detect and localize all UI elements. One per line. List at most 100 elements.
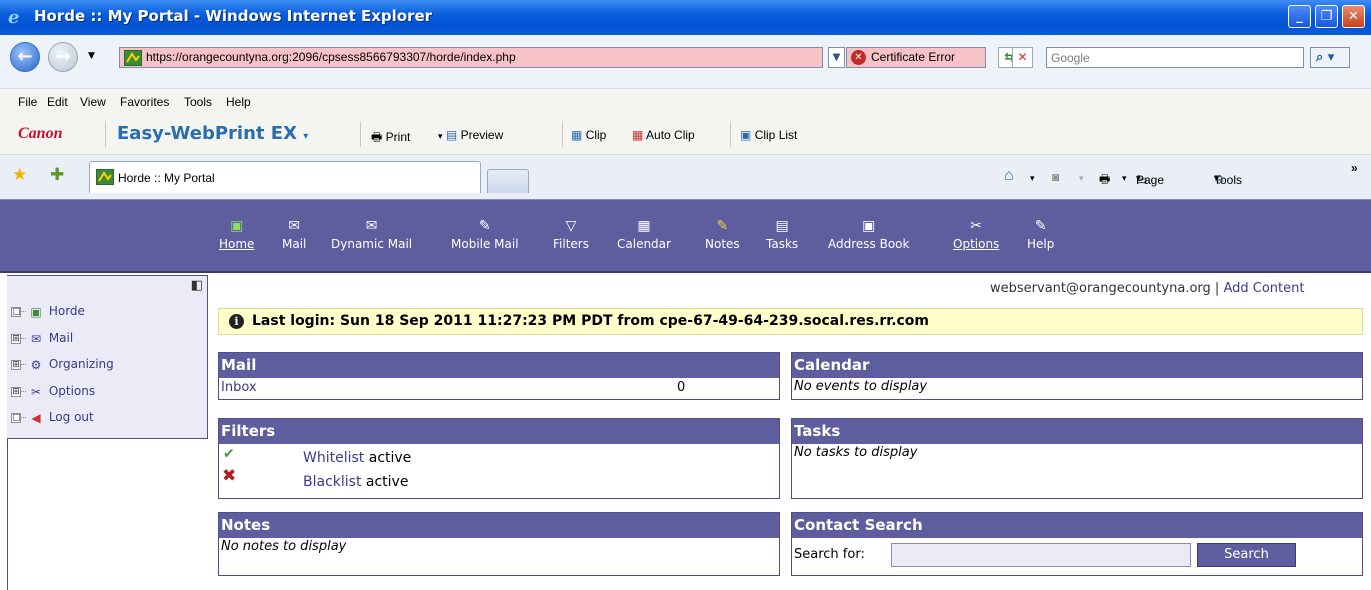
menu-edit[interactable]: Edit <box>47 95 68 109</box>
funnel-icon: ▽ <box>565 218 577 234</box>
printer-icon: 🖶 <box>371 130 383 144</box>
feeds-icon[interactable]: ◙ <box>1052 170 1059 184</box>
shield-error-icon: ✕ <box>851 50 866 65</box>
nav-mail[interactable]: ✉ Mail <box>282 217 306 251</box>
tab-horde-portal[interactable]: Horde :: My Portal <box>89 161 481 193</box>
print-icon[interactable]: 🖶 <box>1099 170 1110 191</box>
sidebar-item-organizing[interactable]: ⊞ ⚙ Organizing <box>11 357 114 372</box>
sidebar-item-horde[interactable]: □ ▣ Horde <box>11 304 85 319</box>
nav-calendar[interactable]: ▦ Calendar <box>617 217 671 251</box>
stop-button[interactable]: ✕ <box>1012 47 1033 68</box>
sidebar-item-label: Horde <box>48 304 85 318</box>
print-button[interactable]: 🖶 Print <box>371 128 410 149</box>
collapse-sidebar-icon[interactable]: ◧ <box>191 278 203 293</box>
forward-button[interactable]: → <box>48 42 78 72</box>
search-button[interactable]: ⌕ ▾ <box>1310 47 1350 68</box>
nav-tasks[interactable]: ▤ Tasks <box>766 217 798 251</box>
nav-notes[interactable]: ✎ Notes <box>705 217 740 251</box>
auto-clip-icon: ▦ <box>632 128 644 142</box>
tree-expander[interactable]: □ <box>11 412 21 423</box>
tree-expander[interactable]: ⊞ <box>11 333 21 344</box>
nav-dynamic-mail[interactable]: ✉ Dynamic Mail <box>331 217 412 251</box>
nav-mobile-mail[interactable]: ✎ Mobile Mail <box>451 217 519 251</box>
window-title-bar[interactable]: e Horde :: My Portal - Windows Internet … <box>0 0 1371 35</box>
minimize-button[interactable]: _ <box>1288 5 1311 28</box>
auto-clip-button[interactable]: ▦ Auto Clip <box>632 128 695 142</box>
nav-home-label: Home <box>219 237 255 251</box>
nav-dynamic-mail-label: Dynamic Mail <box>331 237 413 251</box>
preview-button[interactable]: ▾ ▤ Preview <box>438 128 503 142</box>
blacklist-status: active <box>365 474 409 490</box>
mail-block: Mail Inbox 0 <box>218 352 780 400</box>
logout-icon: ◀ <box>31 410 41 425</box>
blacklist-link[interactable]: Blacklist <box>303 474 361 490</box>
nav-mail-label: Mail <box>282 237 307 251</box>
preview-icon: ▤ <box>445 128 458 142</box>
nav-filters-label: Filters <box>553 237 589 251</box>
clipboard-icon: ▤ <box>775 218 789 234</box>
chevron-more-icon[interactable]: » <box>1351 161 1358 175</box>
menu-view[interactable]: View <box>80 95 106 109</box>
menu-favorites[interactable]: Favorites <box>120 95 169 109</box>
nav-help[interactable]: ✎ Help <box>1027 217 1054 251</box>
nav-options[interactable]: ✂ Options <box>953 217 999 251</box>
address-field[interactable]: https://orangecountyna.org:2096/cpsess85… <box>119 47 823 68</box>
calendar-empty-text: No events to display <box>794 379 928 394</box>
nav-filters[interactable]: ▽ Filters <box>553 217 589 251</box>
clip-button[interactable]: ▦ Clip <box>571 128 606 142</box>
add-favorites-icon[interactable]: ✚ <box>50 165 64 185</box>
sidebar-item-options[interactable]: ⊞ ✂ Options <box>11 384 95 399</box>
contact-search-button[interactable]: Search <box>1197 543 1296 567</box>
tab-title: Horde :: My Portal <box>118 171 215 185</box>
back-button[interactable]: ← <box>10 42 40 72</box>
new-tab-button[interactable] <box>487 169 529 193</box>
ie-logo-icon: e <box>8 7 20 28</box>
add-content-link[interactable]: Add Content <box>1223 281 1304 296</box>
nav-notes-label: Notes <box>705 237 740 251</box>
preview-label: Preview <box>460 128 504 142</box>
favorites-star-icon[interactable]: ★ <box>12 165 27 185</box>
menu-file[interactable]: File <box>18 95 37 109</box>
filters-block-title: Filters <box>219 419 779 444</box>
nav-help-label: Help <box>1027 237 1055 251</box>
history-dropdown-icon[interactable]: ▼ <box>88 51 95 61</box>
nav-calendar-label: Calendar <box>617 237 671 251</box>
help-icon: ✎ <box>1034 218 1047 234</box>
nav-home[interactable]: ▣ Home <box>219 217 254 251</box>
nav-address-book-label: Address Book <box>828 237 910 251</box>
tree-expander[interactable]: □ <box>11 306 21 317</box>
addressbook-icon: ▣ <box>862 218 876 234</box>
certificate-error-button[interactable]: ✕ Certificate Error <box>846 47 986 68</box>
nav-options-label: Options <box>953 237 1000 251</box>
nav-address-book[interactable]: ▣ Address Book <box>828 217 909 251</box>
sidebar-item-mail[interactable]: ⊞ ✉ Mail <box>11 331 73 346</box>
menu-help[interactable]: Help <box>226 95 251 109</box>
address-dropdown-button[interactable]: ▼ <box>828 47 845 68</box>
inbox-link[interactable]: Inbox <box>221 380 257 395</box>
whitelist-link[interactable]: Whitelist <box>303 450 364 466</box>
notes-block: Notes No notes to display <box>218 512 780 576</box>
last-login-notice: i Last login: Sun 18 Sep 2011 11:27:23 PM… <box>218 308 1363 335</box>
sidebar-item-logout[interactable]: □ ◀ Log out <box>11 410 94 425</box>
menu-tools[interactable]: Tools <box>184 95 212 109</box>
maximize-button[interactable]: ❐ <box>1315 5 1338 28</box>
tab-row: ★ ✚ Horde :: My Portal ⌂ ▾ ◙ ▾ 🖶 ▾ ▭ Pag… <box>0 155 1371 199</box>
horde-navigation-bar: ▣ Home ✉ Mail ✉ Dynamic Mail ✎ Mobile Mail ▽… <box>0 199 1371 273</box>
username: webservant@orangecountyna.org <box>990 281 1211 296</box>
easy-webprint-menu[interactable]: Easy-WebPrint EX ▾ <box>117 123 308 144</box>
tree-expander[interactable]: ⊞ <box>11 359 21 370</box>
contact-search-input[interactable] <box>891 543 1191 567</box>
close-button[interactable]: ✕ <box>1342 5 1365 28</box>
filters-block: Filters ✔ Whitelist active ✖ Blacklist a… <box>218 418 780 499</box>
phone-icon: ✎ <box>478 218 491 234</box>
home-icon[interactable]: ⌂ <box>1004 167 1014 185</box>
user-info: webservant@orangecountyna.org | Add Cont… <box>990 281 1304 296</box>
tree-expander[interactable]: ⊞ <box>11 386 21 397</box>
easy-webprint-label: Easy-WebPrint EX <box>117 123 297 144</box>
search-input[interactable]: Google <box>1046 47 1304 68</box>
inbox-count: 0 <box>677 380 686 395</box>
horde-icon: ▣ <box>30 304 42 319</box>
sidebar: ◧ □ ▣ Horde ⊞ ✉ Mail ⊞ ⚙ Organizing ⊞ ✂ Opti… <box>7 275 208 439</box>
clip-list-button[interactable]: ▣ Clip List <box>740 128 797 142</box>
auto-clip-label: Auto Clip <box>646 128 695 142</box>
